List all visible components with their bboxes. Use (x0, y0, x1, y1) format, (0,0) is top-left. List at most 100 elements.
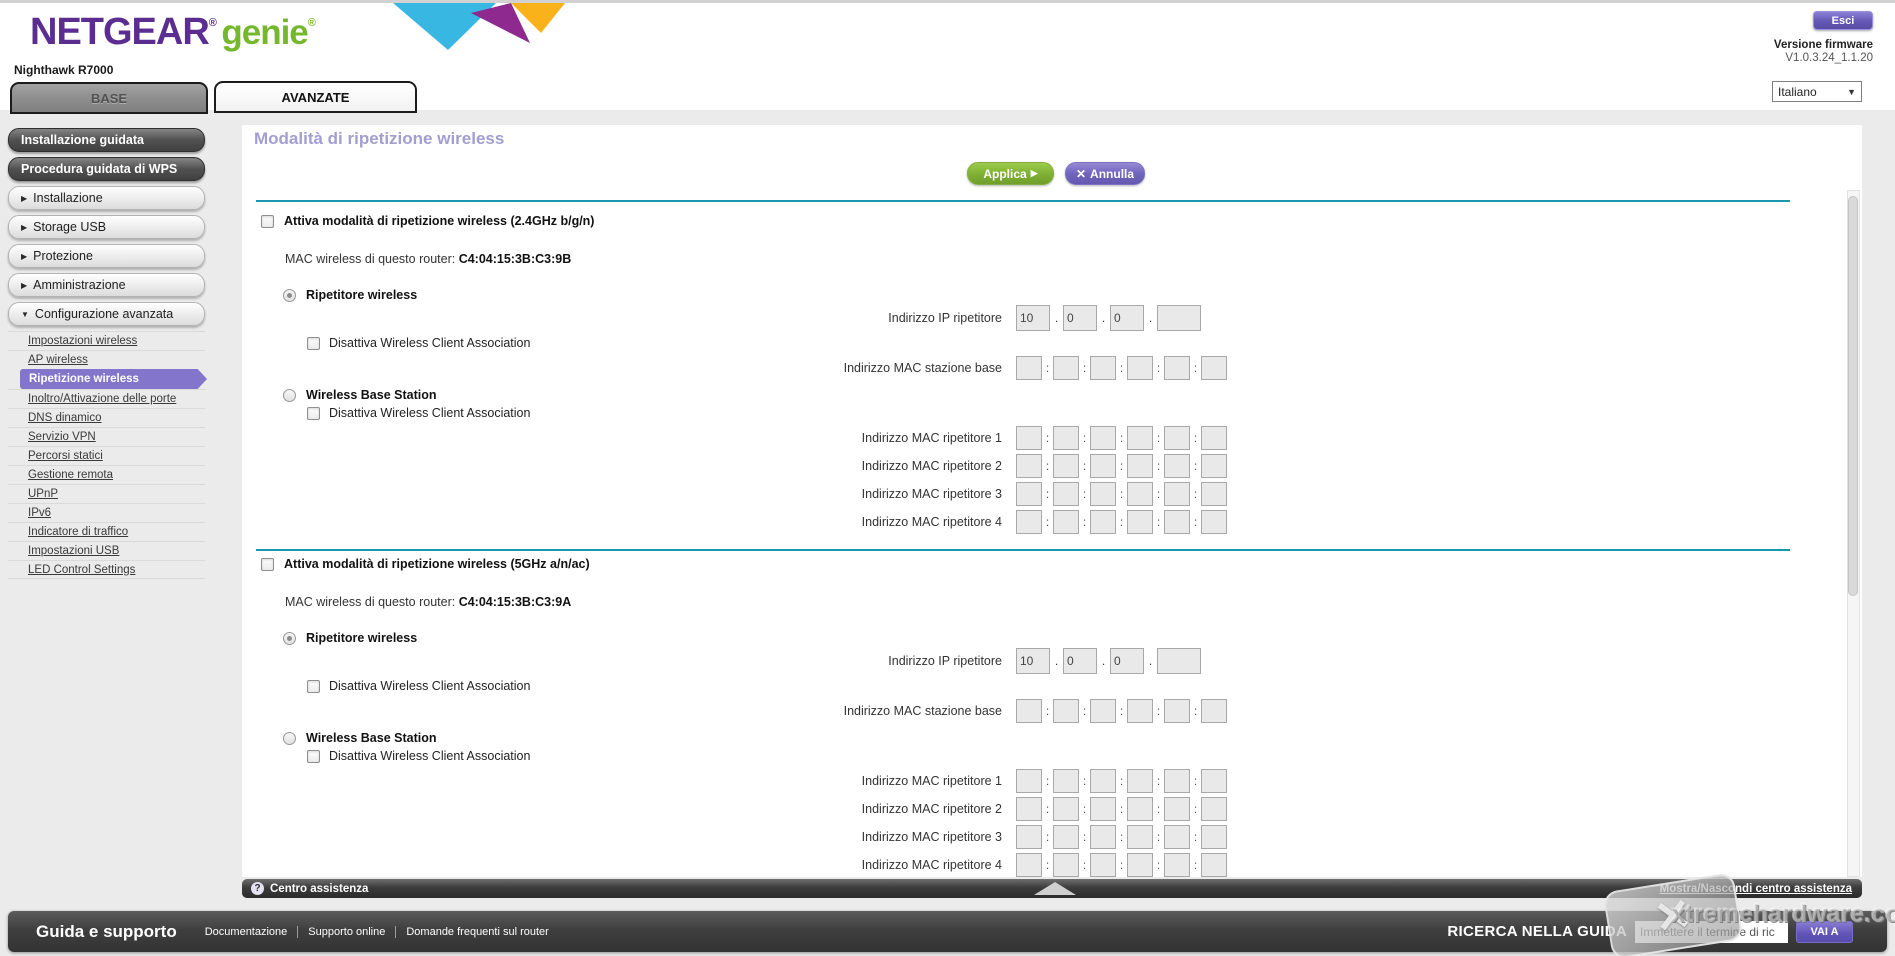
link-domande-frequenti[interactable]: Domande frequenti sul router (396, 926, 558, 938)
mac-segment[interactable] (1016, 825, 1042, 849)
sidebar-item-percorsi-statici[interactable]: Percorsi statici (8, 446, 205, 465)
mac-segment[interactable] (1164, 769, 1190, 793)
sidebar-item-led-control-settings[interactable]: LED Control Settings (8, 560, 205, 579)
mac-segment[interactable] (1127, 769, 1153, 793)
guide-search-go-button[interactable]: VAI A (1796, 921, 1853, 943)
mac-segment[interactable] (1164, 797, 1190, 821)
sidebar-item-gestione-remota[interactable]: Gestione remota (8, 465, 205, 484)
mac-segment[interactable] (1127, 356, 1153, 380)
mac-segment[interactable] (1127, 510, 1153, 534)
mac-segment[interactable] (1127, 853, 1153, 877)
language-select[interactable]: Italiano ▼ (1772, 81, 1862, 102)
toggle-help-center-link[interactable]: Mostra/Nascondi centro assistenza (1660, 883, 1852, 895)
mac-segment[interactable] (1127, 482, 1153, 506)
disable-association-checkbox[interactable] (307, 407, 320, 420)
mac-segment[interactable] (1201, 356, 1227, 380)
mac-segment[interactable] (1090, 797, 1116, 821)
mac-segment[interactable] (1090, 699, 1116, 723)
sidebar-item-impostazioni-wireless[interactable]: Impostazioni wireless (8, 331, 205, 350)
mac-segment[interactable] (1090, 769, 1116, 793)
mac-segment[interactable] (1201, 482, 1227, 506)
sidebar-item-servizio-vpn[interactable]: Servizio VPN (8, 427, 205, 446)
mac-segment[interactable] (1090, 825, 1116, 849)
ip-octet-1[interactable] (1016, 305, 1050, 331)
repeater-radio[interactable] (283, 632, 296, 645)
sidebar-item-indicatore-traffico[interactable]: Indicatore di traffico (8, 522, 205, 541)
mac-segment[interactable] (1016, 426, 1042, 450)
mac-segment[interactable] (1164, 510, 1190, 534)
ip-octet-3[interactable] (1110, 648, 1144, 674)
mac-segment[interactable] (1201, 825, 1227, 849)
mac-segment[interactable] (1016, 454, 1042, 478)
mac-segment[interactable] (1090, 426, 1116, 450)
mac-segment[interactable] (1201, 510, 1227, 534)
mac-segment[interactable] (1053, 510, 1079, 534)
mac-segment[interactable] (1201, 769, 1227, 793)
ip-octet-4[interactable] (1157, 305, 1201, 331)
sidebar-item-inoltro-attivazione-porte[interactable]: Inoltro/Attivazione delle porte (8, 389, 205, 408)
sidebar-item-procedura-wps[interactable]: Procedura guidata di WPS (8, 157, 205, 181)
scrollbar-thumb[interactable] (1848, 196, 1858, 596)
mac-segment[interactable] (1127, 797, 1153, 821)
enable-repeating-checkbox[interactable] (261, 215, 274, 228)
mac-segment[interactable] (1090, 482, 1116, 506)
disable-association-checkbox[interactable] (307, 750, 320, 763)
mac-segment[interactable] (1164, 482, 1190, 506)
sidebar-group-configurazione-avanzata[interactable]: ▼ Configurazione avanzata (8, 302, 205, 326)
mac-segment[interactable] (1016, 356, 1042, 380)
base-station-radio[interactable] (283, 389, 296, 402)
ip-octet-2[interactable] (1063, 648, 1097, 674)
sidebar-group-installazione[interactable]: ▶ Installazione (8, 186, 205, 210)
mac-segment[interactable] (1090, 356, 1116, 380)
mac-segment[interactable] (1164, 426, 1190, 450)
mac-segment[interactable] (1053, 426, 1079, 450)
mac-segment[interactable] (1053, 699, 1079, 723)
disable-association-checkbox[interactable] (307, 680, 320, 693)
mac-segment[interactable] (1090, 454, 1116, 478)
disable-association-checkbox[interactable] (307, 337, 320, 350)
logout-button[interactable]: Esci (1813, 11, 1873, 30)
mac-segment[interactable] (1053, 797, 1079, 821)
sidebar-item-ipv6[interactable]: IPv6 (8, 503, 205, 522)
mac-segment[interactable] (1164, 853, 1190, 877)
mac-segment[interactable] (1053, 769, 1079, 793)
mac-segment[interactable] (1201, 699, 1227, 723)
enable-repeating-checkbox[interactable] (261, 558, 274, 571)
mac-segment[interactable] (1016, 510, 1042, 534)
sidebar-item-installazione-guidata[interactable]: Installazione guidata (8, 128, 205, 152)
mac-segment[interactable] (1053, 356, 1079, 380)
mac-segment[interactable] (1201, 454, 1227, 478)
guide-search-input[interactable] (1635, 921, 1788, 943)
mac-segment[interactable] (1016, 769, 1042, 793)
base-station-radio[interactable] (283, 732, 296, 745)
mac-segment[interactable] (1016, 797, 1042, 821)
ip-octet-1[interactable] (1016, 648, 1050, 674)
sidebar-item-ap-wireless[interactable]: AP wireless (8, 350, 205, 369)
mac-segment[interactable] (1201, 797, 1227, 821)
sidebar-item-dns-dinamico[interactable]: DNS dinamico (8, 408, 205, 427)
repeater-radio[interactable] (283, 289, 296, 302)
mac-segment[interactable] (1053, 454, 1079, 478)
sidebar-group-amministrazione[interactable]: ▶ Amministrazione (8, 273, 205, 297)
sidebar-group-protezione[interactable]: ▶ Protezione (8, 244, 205, 268)
expand-up-arrow-icon[interactable] (1034, 882, 1076, 895)
mac-segment[interactable] (1053, 853, 1079, 877)
mac-segment[interactable] (1053, 482, 1079, 506)
sidebar-item-impostazioni-usb[interactable]: Impostazioni USB (8, 541, 205, 560)
tab-base[interactable]: BASE (10, 82, 208, 114)
link-documentazione[interactable]: Documentazione (195, 926, 299, 938)
mac-segment[interactable] (1164, 454, 1190, 478)
ip-octet-3[interactable] (1110, 305, 1144, 331)
sidebar-item-ripetizione-wireless[interactable]: Ripetizione wireless (20, 369, 207, 389)
mac-segment[interactable] (1016, 482, 1042, 506)
link-supporto-online[interactable]: Supporto online (298, 926, 396, 938)
mac-segment[interactable] (1127, 825, 1153, 849)
ip-octet-2[interactable] (1063, 305, 1097, 331)
mac-segment[interactable] (1127, 699, 1153, 723)
mac-segment[interactable] (1201, 853, 1227, 877)
mac-segment[interactable] (1201, 426, 1227, 450)
cancel-button[interactable]: ✕ Annulla (1065, 162, 1145, 185)
sidebar-item-upnp[interactable]: UPnP (8, 484, 205, 503)
mac-segment[interactable] (1053, 825, 1079, 849)
apply-button[interactable]: Applica ▶ (967, 162, 1054, 185)
